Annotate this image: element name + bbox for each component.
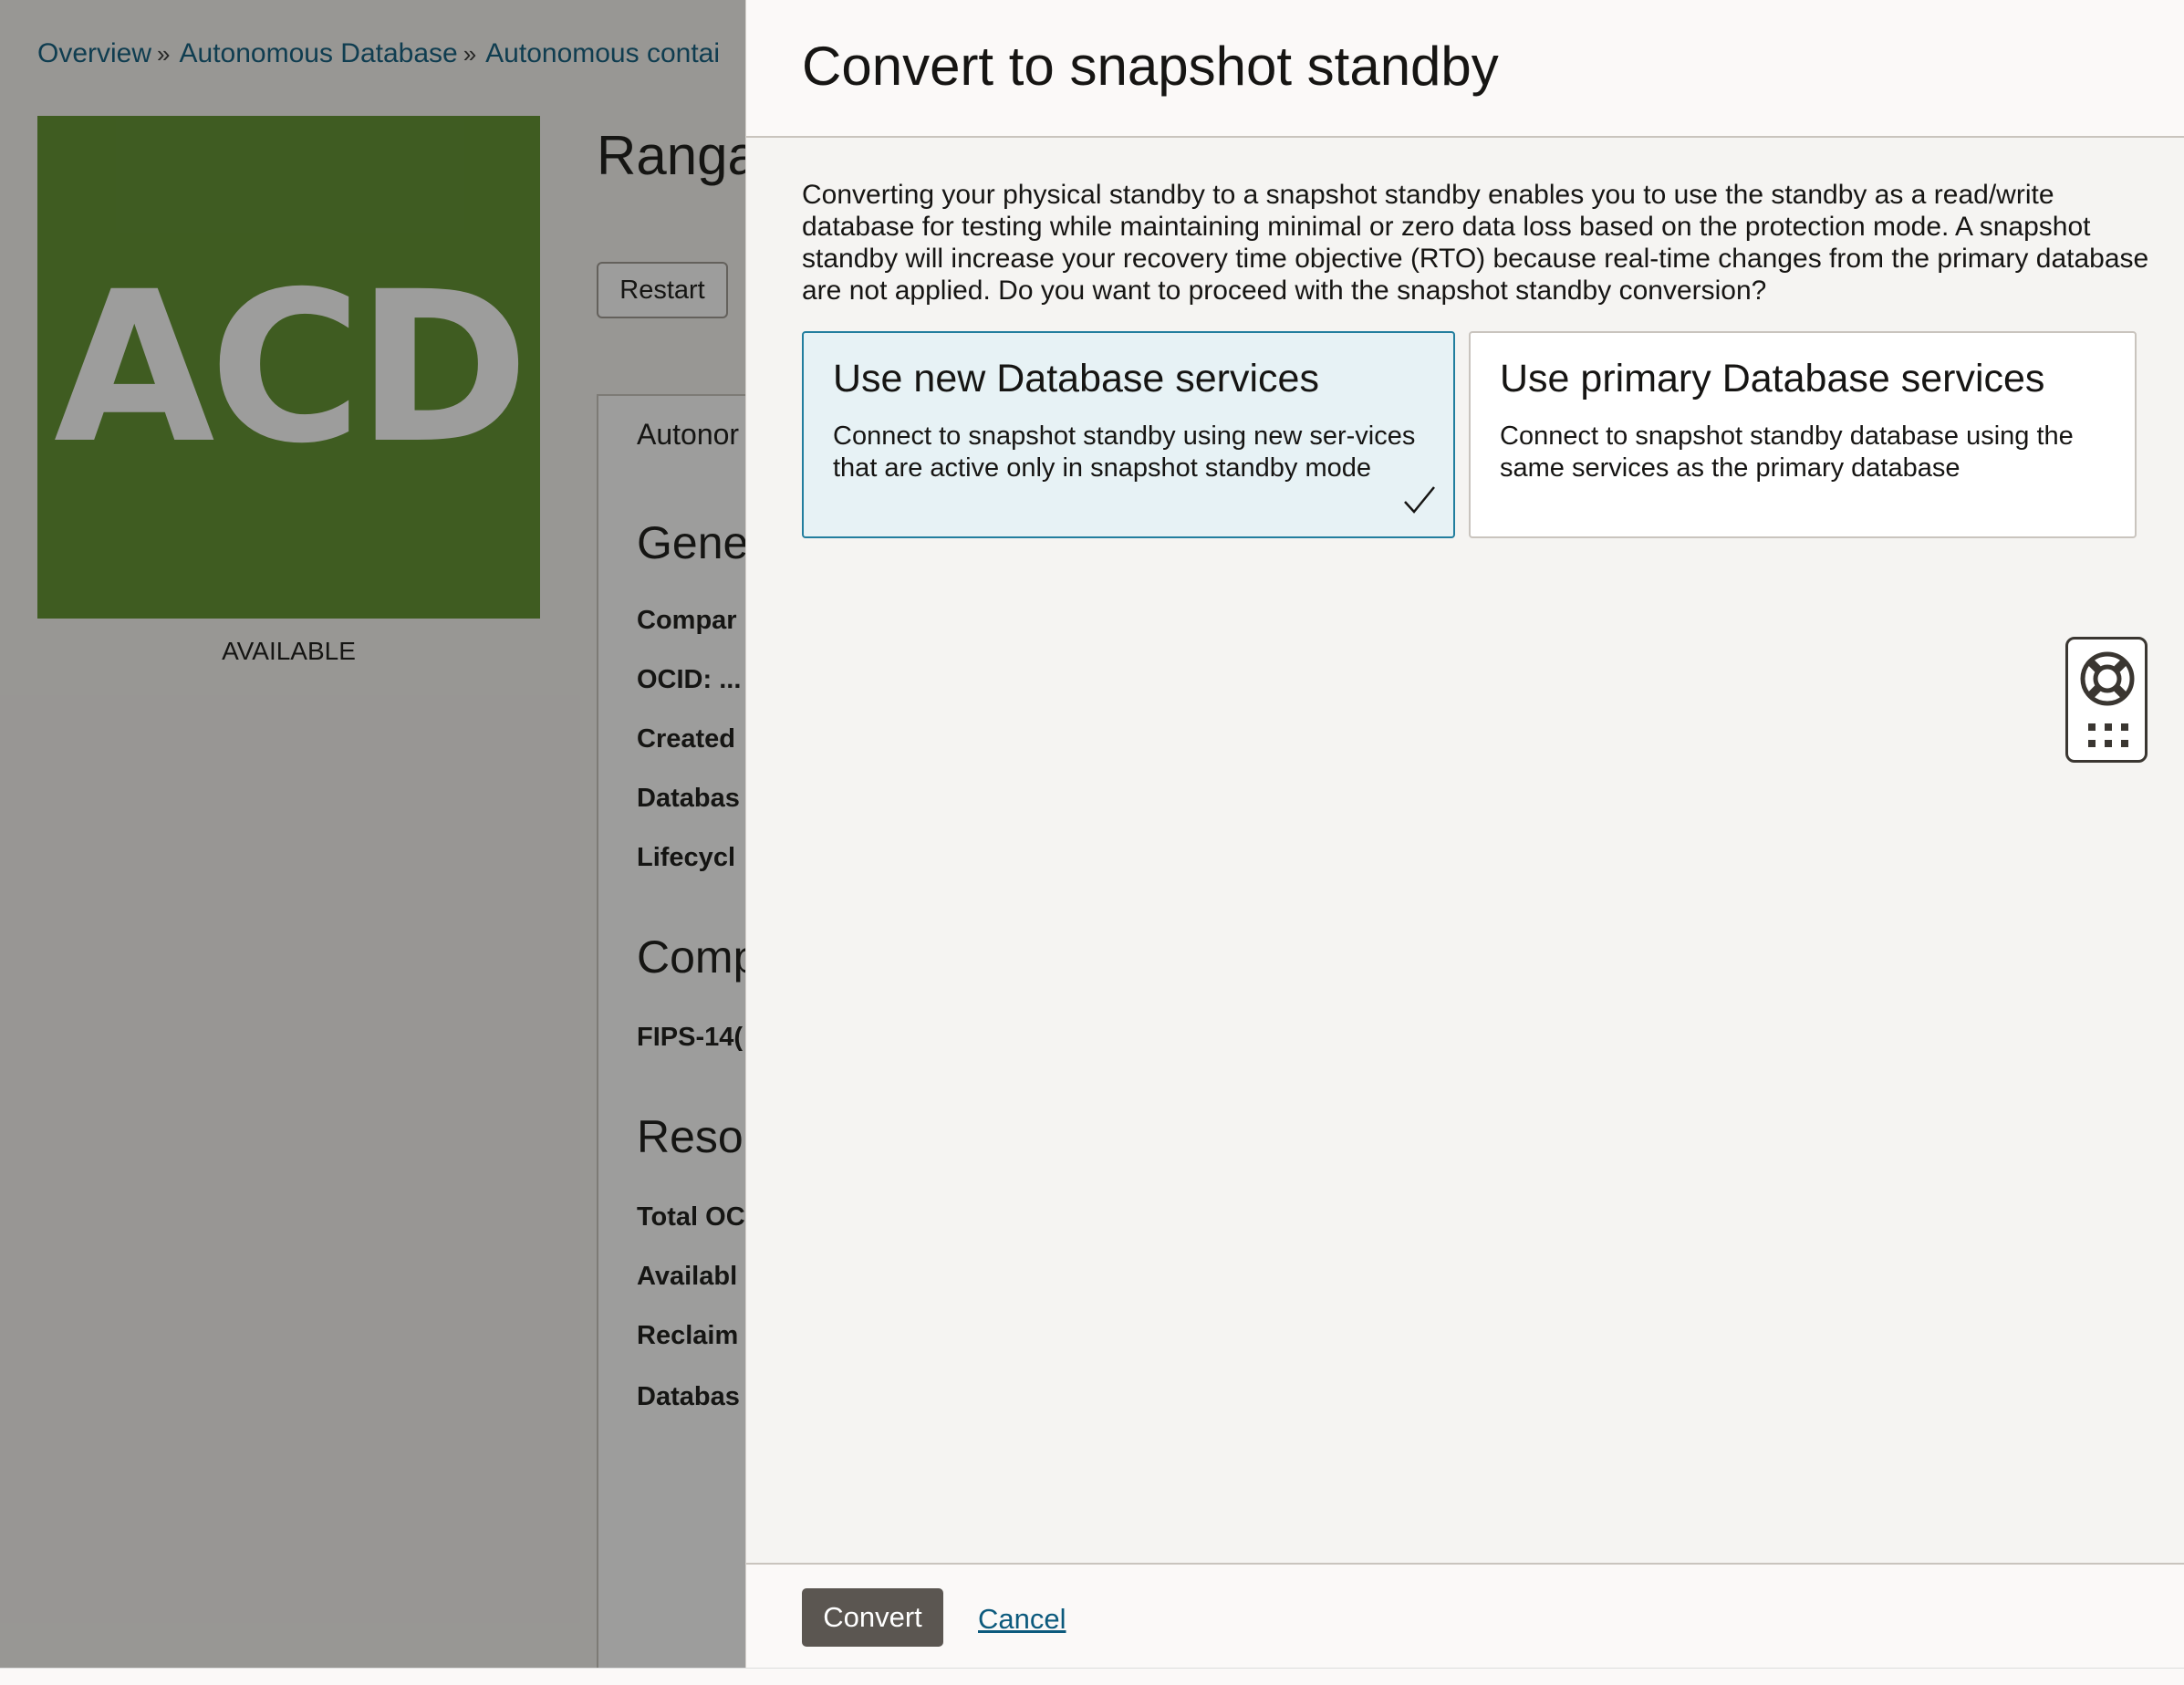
- drawer-footer: Convert Cancel: [746, 1563, 2184, 1668]
- option-new-services[interactable]: Use new Database services Connect to sna…: [802, 331, 1455, 538]
- lifebuoy-icon[interactable]: [2079, 650, 2136, 707]
- option-primary-services[interactable]: Use primary Database services Connect to…: [1469, 331, 2137, 538]
- option-title: Use new Database services: [833, 357, 1319, 400]
- drawer-description: Converting your physical standby to a sn…: [802, 180, 2149, 306]
- bottom-strip: [0, 1668, 2184, 1685]
- option-description: Connect to snapshot standby using new se…: [833, 421, 1416, 483]
- drawer-title: Convert to snapshot standby: [802, 36, 1499, 97]
- convert-drawer: Convert to snapshot standby Converting y…: [745, 0, 2184, 1668]
- drawer-header: Convert to snapshot standby: [746, 0, 2184, 138]
- convert-button[interactable]: Convert: [802, 1588, 943, 1647]
- option-description: Connect to snapshot standby database usi…: [1500, 421, 2074, 483]
- cancel-link[interactable]: Cancel: [978, 1603, 1066, 1636]
- checkmark-icon: [1404, 486, 1435, 514]
- option-title: Use primary Database services: [1500, 357, 2045, 400]
- grid-dots-icon[interactable]: [2088, 723, 2128, 749]
- help-widget[interactable]: [2065, 637, 2148, 763]
